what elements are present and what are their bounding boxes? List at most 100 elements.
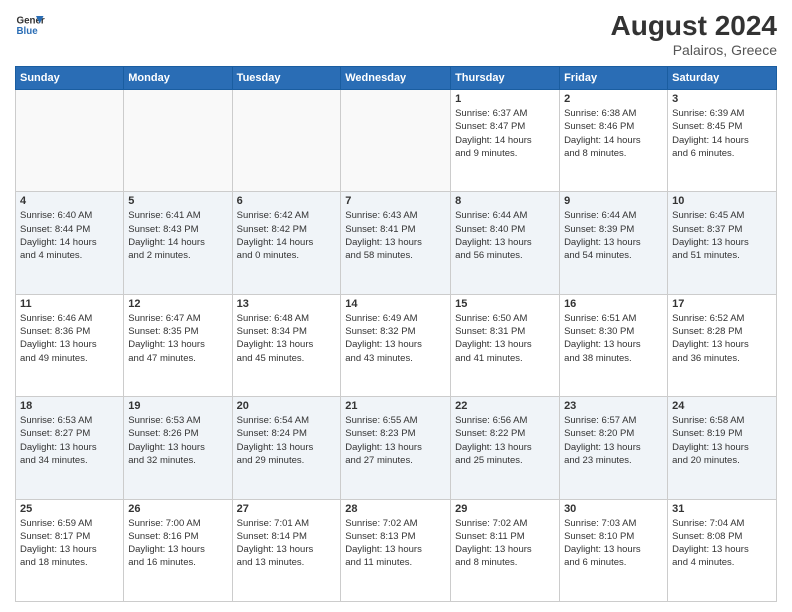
calendar-cell	[124, 90, 232, 192]
calendar-cell: 15 Sunrise: 6:50 AMSunset: 8:31 PMDayligh…	[451, 294, 560, 396]
day-number: 15	[455, 298, 555, 310]
calendar-cell: 30Sunrise: 7:03 AMSunset: 8:10 PMDayligh…	[560, 499, 668, 601]
day-number: 23	[564, 400, 663, 412]
col-thursday: Thursday	[451, 67, 560, 90]
day-info: Sunrise: 6:42 AMSunset: 8:42 PMDaylight:…	[237, 209, 337, 262]
day-number: 3	[672, 93, 772, 105]
day-number: 18	[20, 400, 119, 412]
month-year: August 2024	[611, 10, 778, 42]
calendar-cell: 18 Sunrise: 6:53 AMSunset: 8:27 PMDayligh…	[16, 397, 124, 499]
day-info: Sunrise: 6:47 AMSunset: 8:35 PMDaylight:…	[128, 312, 227, 365]
day-info: Sunrise: 6:43 AMSunset: 8:41 PMDaylight:…	[345, 209, 446, 262]
day-number: 7	[345, 195, 446, 207]
title-block: August 2024 Palairos, Greece	[611, 10, 778, 58]
day-number: 13	[237, 298, 337, 310]
day-info: Sunrise: 6:57 AMSunset: 8:20 PMDaylight:…	[564, 414, 663, 467]
calendar-cell: 13Sunrise: 6:48 AMSunset: 8:34 PMDayligh…	[232, 294, 341, 396]
day-info: Sunrise: 7:04 AMSunset: 8:08 PMDaylight:…	[672, 517, 772, 570]
day-info: Sunrise: 6:37 AMSunset: 8:47 PMDaylight:…	[455, 107, 555, 160]
day-number: 10	[672, 195, 772, 207]
day-number: 2	[564, 93, 663, 105]
day-number: 8	[455, 195, 555, 207]
col-saturday: Saturday	[668, 67, 777, 90]
calendar-cell: 12 Sunrise: 6:47 AMSunset: 8:35 PMDayligh…	[124, 294, 232, 396]
day-info: Sunrise: 6:41 AMSunset: 8:43 PMDaylight:…	[128, 209, 227, 262]
calendar-cell	[341, 90, 451, 192]
day-number: 27	[237, 503, 337, 515]
day-info: Sunrise: 6:51 AMSunset: 8:30 PMDaylight:…	[564, 312, 663, 365]
day-number: 26	[128, 503, 227, 515]
calendar-cell: 3 Sunrise: 6:39 AMSunset: 8:45 PMDaylight…	[668, 90, 777, 192]
day-number: 20	[237, 400, 337, 412]
day-number: 12	[128, 298, 227, 310]
calendar-cell: 11 Sunrise: 6:46 AMSunset: 8:36 PMDayligh…	[16, 294, 124, 396]
day-number: 5	[128, 195, 227, 207]
calendar-cell: 7 Sunrise: 6:43 AMSunset: 8:41 PMDaylight…	[341, 192, 451, 294]
day-info: Sunrise: 6:56 AMSunset: 8:22 PMDaylight:…	[455, 414, 555, 467]
col-monday: Monday	[124, 67, 232, 90]
day-number: 6	[237, 195, 337, 207]
day-number: 16	[564, 298, 663, 310]
day-number: 19	[128, 400, 227, 412]
col-tuesday: Tuesday	[232, 67, 341, 90]
calendar-cell: 6 Sunrise: 6:42 AMSunset: 8:42 PMDaylight…	[232, 192, 341, 294]
calendar-cell: 21Sunrise: 6:55 AMSunset: 8:23 PMDayligh…	[341, 397, 451, 499]
col-friday: Friday	[560, 67, 668, 90]
day-info: Sunrise: 7:01 AMSunset: 8:14 PMDaylight:…	[237, 517, 337, 570]
header: General Blue August 2024 Palairos, Greec…	[15, 10, 777, 58]
day-info: Sunrise: 6:44 AMSunset: 8:39 PMDaylight:…	[564, 209, 663, 262]
calendar-cell: 16 Sunrise: 6:51 AMSunset: 8:30 PMDayligh…	[560, 294, 668, 396]
page: General Blue August 2024 Palairos, Greec…	[0, 0, 792, 612]
day-info: Sunrise: 6:54 AMSunset: 8:24 PMDaylight:…	[237, 414, 337, 467]
location: Palairos, Greece	[611, 42, 778, 58]
calendar-cell: 23 Sunrise: 6:57 AMSunset: 8:20 PMDayligh…	[560, 397, 668, 499]
day-info: Sunrise: 6:46 AMSunset: 8:36 PMDaylight:…	[20, 312, 119, 365]
calendar-cell	[232, 90, 341, 192]
day-number: 30	[564, 503, 663, 515]
calendar-cell: 25 Sunrise: 6:59 AMSunset: 8:17 PMDayligh…	[16, 499, 124, 601]
day-info: Sunrise: 7:00 AMSunset: 8:16 PMDaylight:…	[128, 517, 227, 570]
day-info: Sunrise: 6:44 AMSunset: 8:40 PMDaylight:…	[455, 209, 555, 262]
calendar-cell: 20 Sunrise: 6:54 AMSunset: 8:24 PMDayligh…	[232, 397, 341, 499]
calendar-cell: 14 Sunrise: 6:49 AMSunset: 8:32 PMDayligh…	[341, 294, 451, 396]
table-row: 4Sunrise: 6:40 AMSunset: 8:44 PMDaylight…	[16, 192, 777, 294]
day-info: Sunrise: 6:53 AMSunset: 8:27 PMDaylight:…	[20, 414, 119, 467]
day-info: Sunrise: 6:49 AMSunset: 8:32 PMDaylight:…	[345, 312, 446, 365]
calendar-cell: 27 Sunrise: 7:01 AMSunset: 8:14 PMDayligh…	[232, 499, 341, 601]
day-number: 28	[345, 503, 446, 515]
calendar-cell: 5 Sunrise: 6:41 AMSunset: 8:43 PMDaylight…	[124, 192, 232, 294]
table-row: 18 Sunrise: 6:53 AMSunset: 8:27 PMDayligh…	[16, 397, 777, 499]
calendar-cell: 19Sunrise: 6:53 AMSunset: 8:26 PMDayligh…	[124, 397, 232, 499]
day-number: 14	[345, 298, 446, 310]
col-wednesday: Wednesday	[341, 67, 451, 90]
calendar-cell: 2 Sunrise: 6:38 AMSunset: 8:46 PMDaylight…	[560, 90, 668, 192]
day-number: 24	[672, 400, 772, 412]
day-number: 11	[20, 298, 119, 310]
day-number: 25	[20, 503, 119, 515]
calendar-cell: 9 Sunrise: 6:44 AMSunset: 8:39 PMDaylight…	[560, 192, 668, 294]
calendar-cell: 17Sunrise: 6:52 AMSunset: 8:28 PMDayligh…	[668, 294, 777, 396]
table-row: 1 Sunrise: 6:37 AMSunset: 8:47 PMDaylight…	[16, 90, 777, 192]
header-row: Sunday Monday Tuesday Wednesday Thursday…	[16, 67, 777, 90]
logo: General Blue	[15, 10, 45, 40]
table-row: 11 Sunrise: 6:46 AMSunset: 8:36 PMDayligh…	[16, 294, 777, 396]
day-number: 1	[455, 93, 555, 105]
calendar-cell: 8 Sunrise: 6:44 AMSunset: 8:40 PMDaylight…	[451, 192, 560, 294]
svg-text:Blue: Blue	[17, 26, 39, 37]
day-info: Sunrise: 7:02 AMSunset: 8:11 PMDaylight:…	[455, 517, 555, 570]
calendar-cell: 4Sunrise: 6:40 AMSunset: 8:44 PMDaylight…	[16, 192, 124, 294]
day-number: 29	[455, 503, 555, 515]
calendar-cell: 31Sunrise: 7:04 AMSunset: 8:08 PMDayligh…	[668, 499, 777, 601]
day-info: Sunrise: 6:39 AMSunset: 8:45 PMDaylight:…	[672, 107, 772, 160]
day-number: 22	[455, 400, 555, 412]
calendar-cell: 24Sunrise: 6:58 AMSunset: 8:19 PMDayligh…	[668, 397, 777, 499]
day-info: Sunrise: 6:59 AMSunset: 8:17 PMDaylight:…	[20, 517, 119, 570]
day-info: Sunrise: 6:38 AMSunset: 8:46 PMDaylight:…	[564, 107, 663, 160]
day-number: 9	[564, 195, 663, 207]
calendar-cell: 10Sunrise: 6:45 AMSunset: 8:37 PMDayligh…	[668, 192, 777, 294]
day-info: Sunrise: 6:50 AMSunset: 8:31 PMDaylight:…	[455, 312, 555, 365]
day-info: Sunrise: 6:55 AMSunset: 8:23 PMDaylight:…	[345, 414, 446, 467]
table-row: 25 Sunrise: 6:59 AMSunset: 8:17 PMDayligh…	[16, 499, 777, 601]
day-info: Sunrise: 6:40 AMSunset: 8:44 PMDaylight:…	[20, 209, 119, 262]
calendar-cell: 1 Sunrise: 6:37 AMSunset: 8:47 PMDaylight…	[451, 90, 560, 192]
